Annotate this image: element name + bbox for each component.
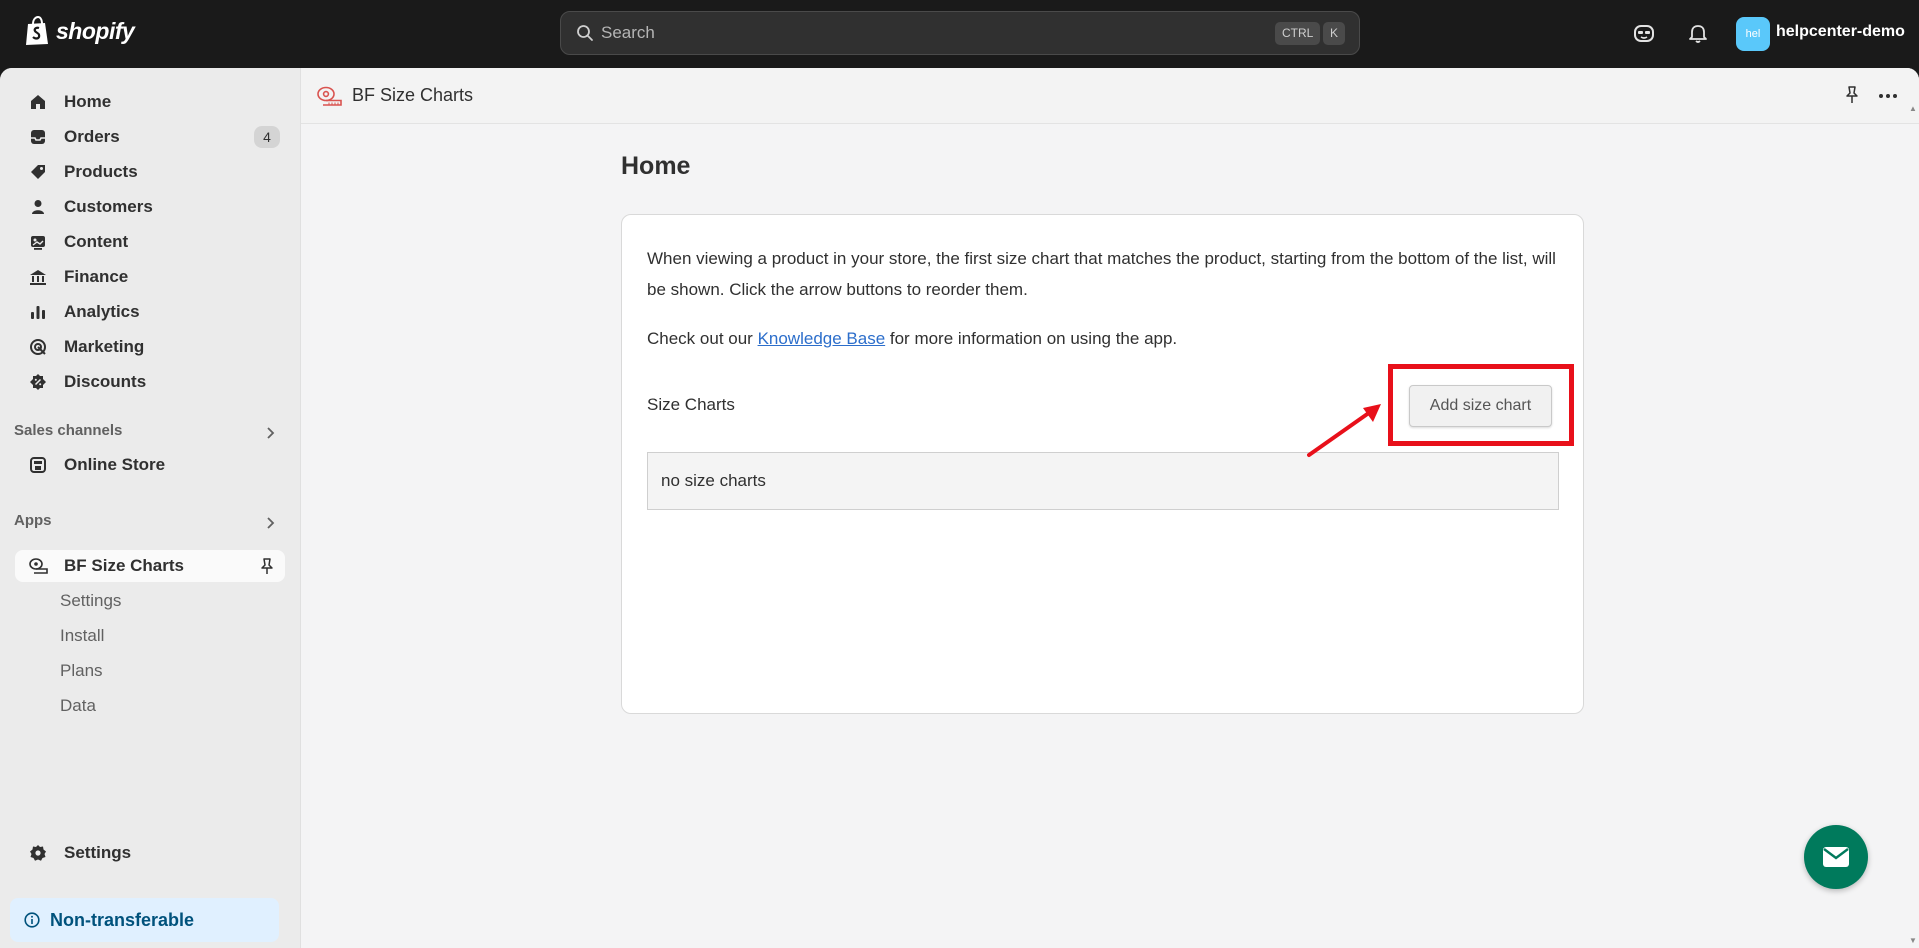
shopify-bag-icon <box>26 16 48 45</box>
tag-icon <box>28 162 48 182</box>
apps-heading[interactable]: Apps <box>14 512 52 529</box>
store-name[interactable]: helpcenter-demo <box>1776 23 1905 41</box>
top-bar: shopify CTRL K hel helpcenter-demo <box>0 0 1919 68</box>
sidebar-item-online-store[interactable]: Online Store <box>15 449 285 481</box>
admin-frame: Home Orders 4 Products Customers Content… <box>0 68 1919 948</box>
non-transferable-label: Non-transferable <box>50 909 195 930</box>
brand-name: shopify <box>56 17 135 44</box>
search-icon <box>577 25 593 41</box>
pin-icon[interactable] <box>259 557 275 575</box>
sidebar-item-products[interactable]: Products <box>15 156 285 188</box>
sidebar-item-label: Analytics <box>64 302 140 321</box>
sidebar-item-label: Products <box>64 162 138 181</box>
chevron-right-icon[interactable] <box>265 516 277 530</box>
bell-icon[interactable] <box>1686 21 1710 45</box>
description-text: When viewing a product in your store, th… <box>647 249 1556 299</box>
sales-channels-heading[interactable]: Sales channels <box>14 422 122 439</box>
sidebar-item-settings[interactable]: Settings <box>15 837 285 869</box>
shopify-logo[interactable]: shopify <box>24 16 135 46</box>
more-options-icon[interactable] <box>1878 93 1898 99</box>
envelope-icon <box>1823 847 1849 867</box>
shortcut-k-key: K <box>1323 22 1346 45</box>
empty-state-text: no size charts <box>661 471 766 490</box>
sidebar: Home Orders 4 Products Customers Content… <box>0 68 300 948</box>
kb-prefix: Check out our <box>647 329 758 348</box>
sidebar-subitem-plans[interactable]: Plans <box>60 661 103 681</box>
sidebar-item-orders[interactable]: Orders 4 <box>15 121 285 153</box>
tape-measure-icon <box>317 86 342 106</box>
app-title: BF Size Charts <box>352 85 474 105</box>
store-icon <box>28 455 48 475</box>
home-icon <box>28 92 48 112</box>
info-icon <box>24 912 40 928</box>
chevron-right-icon[interactable] <box>265 426 277 440</box>
red-arrow-annotation <box>1307 404 1381 457</box>
orders-count-badge: 4 <box>254 126 280 148</box>
search-bar[interactable]: CTRL K <box>560 11 1360 55</box>
content-icon <box>28 232 48 252</box>
sidebar-item-label: Orders <box>64 127 120 146</box>
sidebar-item-label: BF Size Charts <box>64 556 184 575</box>
avatar[interactable]: hel <box>1736 17 1770 51</box>
knowledge-base-line: Check out our Knowledge Base for more in… <box>647 329 1177 349</box>
sidebar-item-label: Content <box>64 232 129 251</box>
kb-suffix: for more information on using the app. <box>885 329 1178 348</box>
sidebar-item-bf-size-charts[interactable]: BF Size Charts <box>15 550 285 582</box>
sidebar-item-label: Marketing <box>64 337 145 356</box>
orders-icon <box>28 127 48 147</box>
tape-measure-icon <box>28 556 48 576</box>
contact-button[interactable] <box>1804 825 1868 889</box>
sidebar-subitem-data[interactable]: Data <box>60 696 96 716</box>
person-icon <box>28 197 48 217</box>
sidebar-item-label: Home <box>64 92 112 111</box>
sidebar-item-analytics[interactable]: Analytics <box>15 296 285 328</box>
sidebar-item-label: Settings <box>64 843 132 862</box>
gear-icon <box>28 843 48 863</box>
sidebar-item-content[interactable]: Content <box>15 226 285 258</box>
sidebar-item-label: Finance <box>64 267 129 286</box>
bar-chart-icon <box>28 302 48 322</box>
sidebar-subitem-install[interactable]: Install <box>60 626 104 646</box>
sidebar-item-discounts[interactable]: Discounts <box>15 366 285 398</box>
search-input[interactable] <box>601 12 1201 54</box>
sidebar-item-label: Online Store <box>64 455 166 474</box>
pin-icon[interactable] <box>1844 85 1860 105</box>
knowledge-base-link[interactable]: Knowledge Base <box>758 329 886 348</box>
sidebar-item-home[interactable]: Home <box>15 86 285 118</box>
sidebar-item-customers[interactable]: Customers <box>15 191 285 223</box>
target-icon <box>28 337 48 357</box>
bank-icon <box>28 267 48 287</box>
non-transferable-banner[interactable]: Non-transferable <box>10 898 279 942</box>
scroll-down-arrow[interactable]: ▼ <box>1909 936 1917 945</box>
page-title: Home <box>621 152 691 180</box>
sidebar-item-label: Customers <box>64 197 153 216</box>
sidebar-item-finance[interactable]: Finance <box>15 261 285 293</box>
sidebar-item-marketing[interactable]: Marketing <box>15 331 285 363</box>
app-title-bar: BF Size Charts <box>301 68 1919 124</box>
main-content: BF Size Charts ▲ Home When viewing a pro… <box>300 68 1919 948</box>
sidebar-subitem-settings[interactable]: Settings <box>60 591 121 611</box>
size-charts-card: When viewing a product in your store, th… <box>621 214 1584 714</box>
size-charts-label: Size Charts <box>647 395 735 414</box>
shortcut-ctrl-key: CTRL <box>1275 22 1321 45</box>
sidekick-icon[interactable] <box>1632 21 1656 45</box>
add-size-chart-button[interactable]: Add size chart <box>1409 385 1552 427</box>
sidebar-item-label: Discounts <box>64 372 147 391</box>
size-charts-list: no size charts <box>647 452 1559 510</box>
scroll-up-arrow[interactable]: ▲ <box>1909 104 1917 113</box>
discount-icon <box>28 372 48 392</box>
